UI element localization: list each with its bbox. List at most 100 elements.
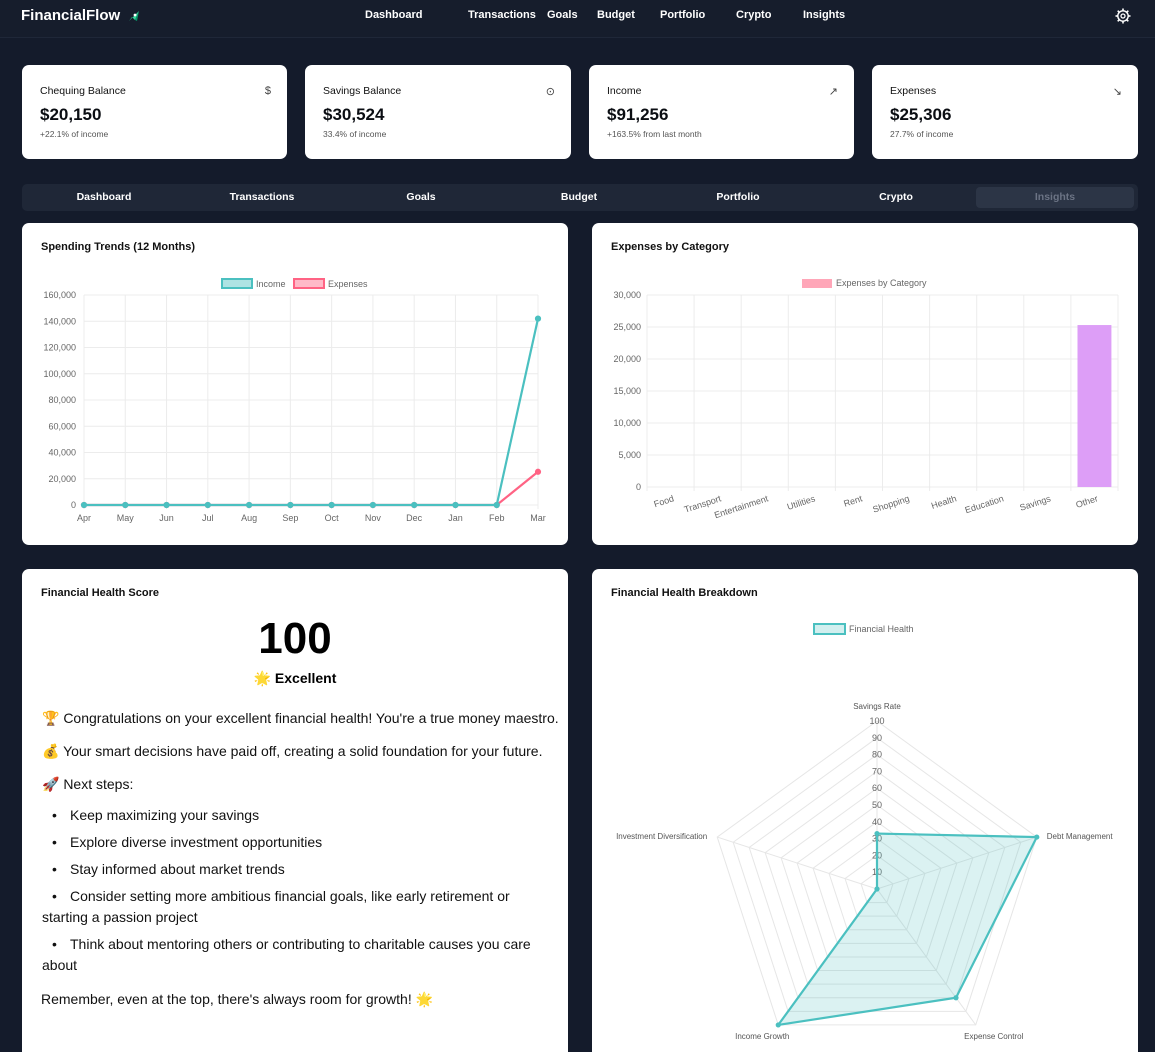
stat-label: Savings Balance [323, 85, 402, 97]
spending-line-chart: 160,000 140,000 120,000 100,000 80,000 60,000… [43, 278, 546, 523]
x-tick-label: Health [930, 493, 958, 511]
x-tick-label: Jun [159, 513, 174, 523]
stat-card-expenses: Expenses ↘ $25,306 27.7% of income [872, 65, 1138, 159]
y-tick-label: 15,000 [613, 386, 641, 396]
x-tick-label: Jul [202, 513, 214, 523]
x-tick-label: Apr [77, 513, 91, 523]
axis-label: Savings Rate [853, 702, 901, 711]
stat-label: Expenses [890, 85, 937, 97]
tab-transactions[interactable]: Transactions [183, 187, 341, 208]
list-item: • Consider setting more ambitious financi… [42, 888, 510, 925]
x-tick-label: Shopping [871, 493, 910, 514]
r-tick-label: 100 [869, 716, 884, 726]
y-tick-label: 20,000 [613, 354, 641, 364]
top-nav-links: Dashboard Transactions Goals Budget Port… [365, 9, 863, 21]
y-tick-label: 120,000 [43, 343, 76, 353]
nav-transactions[interactable]: Transactions [468, 9, 547, 21]
health-breakdown-panel: Financial Health Breakdown Financial Hea… [592, 569, 1138, 1052]
data-point [163, 501, 170, 509]
spending-trends-panel: Spending Trends (12 Months) 160,000 140,0… [22, 223, 568, 545]
list-item: • Keep maximizing your savings [52, 807, 260, 823]
list-item: • Think about mentoring others or contrib… [42, 936, 531, 973]
r-tick-label: 90 [872, 733, 882, 743]
legend-label: Income [256, 279, 286, 289]
x-tick-label: Oct [325, 513, 340, 523]
x-tick-label: Other [1075, 493, 1100, 509]
section-tabs: Dashboard Transactions Goals Budget Port… [22, 184, 1138, 211]
axis-label: Investment Diversification [616, 832, 707, 841]
gear-icon[interactable] [1114, 7, 1132, 25]
health-score-rating: 🌟 Excellent [253, 670, 337, 686]
health-message-2: 💰 Your smart decisions have paid off, cr… [42, 743, 543, 759]
x-tick-label: Sep [282, 513, 298, 523]
health-message-1: 🏆 Congratulations on your excellent fina… [42, 710, 559, 726]
legend-label: Expenses [328, 279, 368, 289]
legend-swatch [221, 278, 253, 289]
tab-budget[interactable]: Budget [500, 187, 658, 208]
stat-label: Income [607, 85, 642, 97]
arrow-down-right-icon: ↘ [1112, 86, 1122, 98]
y-tick-label: 10,000 [613, 418, 641, 428]
y-tick-label: 60,000 [48, 421, 76, 431]
rocket-icon [129, 10, 140, 21]
health-radar-chart: Financial Health100908070605040302010Sav… [616, 623, 1114, 1041]
r-tick-label: 60 [872, 783, 882, 793]
data-point [493, 501, 500, 509]
tab-insights[interactable]: Insights [976, 187, 1134, 208]
tab-goals[interactable]: Goals [342, 187, 500, 208]
data-point [534, 468, 542, 475]
dollar-icon: $ [264, 85, 271, 97]
axis-label: Income Growth [735, 1032, 789, 1041]
x-tick-label: Utilities [786, 493, 817, 512]
piggy-bank-icon: ⊙ [545, 86, 555, 98]
nav-budget[interactable]: Budget [597, 9, 660, 21]
nav-portfolio[interactable]: Portfolio [660, 9, 736, 21]
brand[interactable]: FinancialFlow [21, 7, 142, 24]
stat-value: $20,150 [40, 105, 102, 124]
data-point [122, 501, 129, 509]
stat-sub: 33.4% of income [323, 129, 387, 139]
tab-crypto[interactable]: Crypto [817, 187, 975, 208]
health-score-panel: Financial Health Score 100 🌟 Excellent 🏆… [22, 569, 568, 1052]
data-point [411, 501, 418, 509]
x-tick-label: Dec [406, 513, 423, 523]
tab-dashboard[interactable]: Dashboard [25, 187, 183, 208]
stat-card-income: Income ↗ $91,256 +163.5% from last month [589, 65, 854, 159]
legend-label: Expenses by Category [836, 278, 927, 288]
legend-swatch [802, 279, 832, 288]
x-tick-label: Entertainment [713, 493, 770, 520]
y-tick-label: 0 [636, 482, 641, 492]
r-tick-label: 70 [872, 766, 882, 776]
x-tick-label: May [117, 513, 135, 523]
health-closing: Remember, even at the top, there's alway… [41, 991, 434, 1007]
arrow-up-right-icon: ↗ [828, 86, 838, 98]
category-bar-chart: 30,000 25,000 20,000 15,000 10,000 5,000 0 Expe… [613, 278, 1119, 520]
r-tick-label: 80 [872, 750, 882, 760]
y-tick-label: 25,000 [613, 322, 641, 332]
x-tick-label: Jan [448, 513, 463, 523]
nav-crypto[interactable]: Crypto [736, 9, 803, 21]
top-nav: FinancialFlow Dashboard Transactions Goa… [0, 0, 1155, 38]
tab-portfolio[interactable]: Portfolio [659, 187, 817, 208]
axis-label: Debt Management [1047, 832, 1114, 841]
y-tick-label: 5,000 [618, 450, 641, 460]
x-tick-label: Savings [1018, 493, 1052, 513]
legend-swatch [293, 278, 325, 289]
panel-title: Financial Health Score [41, 587, 159, 599]
data-point [328, 501, 335, 509]
y-tick-label: 40,000 [48, 448, 76, 458]
x-tick-label: Food [653, 493, 676, 509]
r-tick-label: 50 [872, 800, 882, 810]
data-point [204, 501, 211, 509]
data-point [287, 501, 294, 509]
list-item: • Stay informed about market trends [52, 861, 285, 877]
y-tick-label: 160,000 [43, 290, 76, 300]
x-tick-label: Aug [241, 513, 257, 523]
nav-dashboard[interactable]: Dashboard [365, 9, 451, 21]
nav-goals[interactable]: Goals [547, 9, 597, 21]
brand-name: FinancialFlow [21, 7, 121, 24]
nav-insights[interactable]: Insights [803, 9, 863, 21]
stat-card-savings: Savings Balance ⊙ $30,524 33.4% of incom… [305, 65, 571, 159]
data-point [80, 501, 88, 509]
r-tick-label: 40 [872, 817, 882, 827]
